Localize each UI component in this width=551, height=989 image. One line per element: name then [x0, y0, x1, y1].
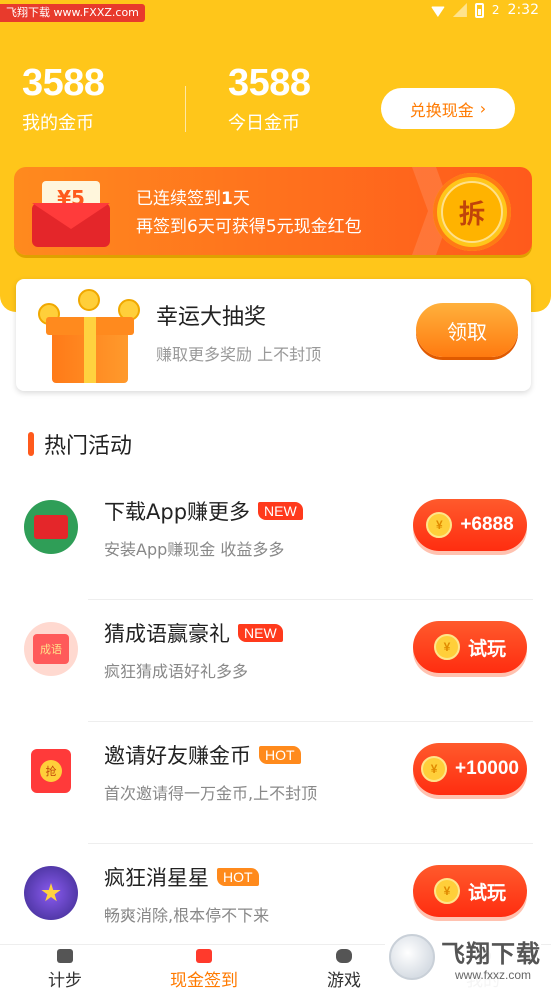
- battery-level: 2: [491, 3, 500, 17]
- watermark-label: 飞翔下载 www.FXXZ.com: [0, 4, 145, 22]
- coin-icon: [78, 289, 100, 311]
- status-icons: 2 2:32: [430, 2, 539, 18]
- watermark-badge: 飞翔下载 www.fxxz.com: [385, 930, 541, 988]
- lucky-draw-card[interactable]: 幸运大抽奖 赚取更多奖励 上不封顶 领取: [16, 279, 531, 391]
- section-title-text: 热门活动: [44, 434, 133, 459]
- coin-icon: ¥: [426, 512, 453, 538]
- signin-text: 已连续签到1天 再签到6天可获得5元现金红包: [136, 185, 362, 241]
- signin-reward-hint: 再签到6天可获得5元现金红包: [136, 217, 362, 237]
- new-badge: NEW: [238, 624, 283, 642]
- clock: 2:32: [507, 2, 539, 18]
- activity-title: 下载App赚更多: [104, 500, 251, 524]
- today-coins-label: 今日金币: [228, 113, 300, 134]
- coin-icon: ¥: [421, 756, 448, 782]
- footprint-icon: [57, 949, 73, 963]
- open-envelope-label: 拆: [441, 181, 503, 243]
- activity-reward-button[interactable]: ¥ +10000: [413, 743, 527, 795]
- today-coins-stat: 3588 今日金币: [228, 62, 311, 135]
- battery-icon: [474, 2, 484, 18]
- activity-item-invite-friends[interactable]: 抢 邀请好友赚金币 HOT 首次邀请得一万金币,上不封顶 ¥ +10000: [0, 722, 551, 844]
- coin-icon: ¥: [433, 878, 460, 904]
- gift-box-icon: [38, 289, 142, 385]
- activity-subtitle: 首次邀请得一万金币,上不封顶: [104, 784, 318, 803]
- nav-item-steps[interactable]: 计步: [10, 945, 120, 989]
- activity-title: 邀请好友赚金币: [104, 744, 251, 768]
- activity-item-download-app[interactable]: 下载App赚更多 NEW 安装App赚现金 收益多多 ¥ +6888: [0, 478, 551, 600]
- hot-badge: HOT: [259, 746, 301, 764]
- nav-label: 现金签到: [170, 971, 238, 989]
- activity-subtitle: 畅爽消除,根本停不下来: [104, 906, 270, 925]
- activity-subtitle: 安装App赚现金 收益多多: [104, 540, 285, 559]
- lucky-draw-title: 幸运大抽奖: [156, 305, 267, 330]
- nav-item-cash-signin[interactable]: 现金签到: [149, 945, 259, 989]
- coin-icon: ¥: [433, 634, 460, 660]
- nav-item-games[interactable]: 游戏: [289, 945, 399, 989]
- header-background: [0, 0, 551, 312]
- nav-label: 计步: [48, 971, 82, 989]
- exchange-cash-label: 兑换现金: [409, 100, 474, 120]
- activity-button-label: 试玩: [467, 882, 506, 904]
- activity-button-label: +6888: [460, 514, 514, 535]
- new-badge: NEW: [258, 502, 303, 520]
- today-coins-value: 3588: [228, 62, 311, 104]
- watermark-url: www.fxxz.com: [455, 968, 532, 982]
- hot-badge: HOT: [217, 868, 259, 886]
- my-coins-value: 3588: [22, 62, 105, 104]
- red-envelope-icon: [196, 949, 212, 963]
- watermark-logo-icon: [389, 934, 435, 980]
- activity-subtitle: 疯狂猜成语好礼多多: [104, 662, 249, 681]
- signal-icon: [452, 3, 467, 17]
- claim-button[interactable]: 领取: [416, 303, 518, 357]
- activity-reward-button[interactable]: ¥ +6888: [413, 499, 527, 551]
- activity-try-button[interactable]: ¥ 试玩: [413, 621, 527, 673]
- activity-title: 猜成语赢豪礼: [104, 622, 230, 646]
- star-game-icon: [24, 866, 78, 920]
- stat-divider: [185, 86, 186, 132]
- idiom-game-icon: 成语: [24, 622, 78, 676]
- signin-streak: 已连续签到1天: [136, 189, 250, 209]
- exchange-cash-button[interactable]: 兑换现金 ›: [381, 88, 515, 129]
- activity-item-idiom-game[interactable]: 成语 猜成语赢豪礼 NEW 疯狂猜成语好礼多多 ¥ 试玩: [0, 600, 551, 722]
- hot-activities-heading: 热门活动: [28, 428, 132, 460]
- activity-button-label: +10000: [455, 758, 519, 779]
- open-envelope-button[interactable]: 拆: [433, 173, 511, 251]
- activity-button-label: 试玩: [467, 638, 506, 660]
- red-envelope-icon: ¥5: [32, 181, 110, 247]
- nav-label: 游戏: [327, 971, 361, 989]
- watermark-title: 飞翔下载: [441, 940, 541, 968]
- gamepad-icon: [336, 949, 352, 963]
- section-accent-bar: [28, 432, 34, 456]
- activity-title: 疯狂消星星: [104, 866, 209, 890]
- my-coins-stat: 3588 我的金币: [22, 62, 105, 135]
- my-coins-label: 我的金币: [22, 113, 94, 134]
- invite-red-envelope-icon: 抢: [24, 744, 78, 798]
- download-app-icon: [24, 500, 78, 554]
- signin-days: 1: [221, 189, 233, 209]
- lucky-draw-subtitle: 赚取更多奖励 上不封顶: [156, 345, 322, 364]
- activity-try-button[interactable]: ¥ 试玩: [413, 865, 527, 917]
- status-bar: 飞翔下载 www.FXXZ.com 2 2:32: [0, 0, 551, 24]
- chevron-right-icon: ›: [479, 99, 487, 118]
- wifi-icon: [430, 6, 445, 17]
